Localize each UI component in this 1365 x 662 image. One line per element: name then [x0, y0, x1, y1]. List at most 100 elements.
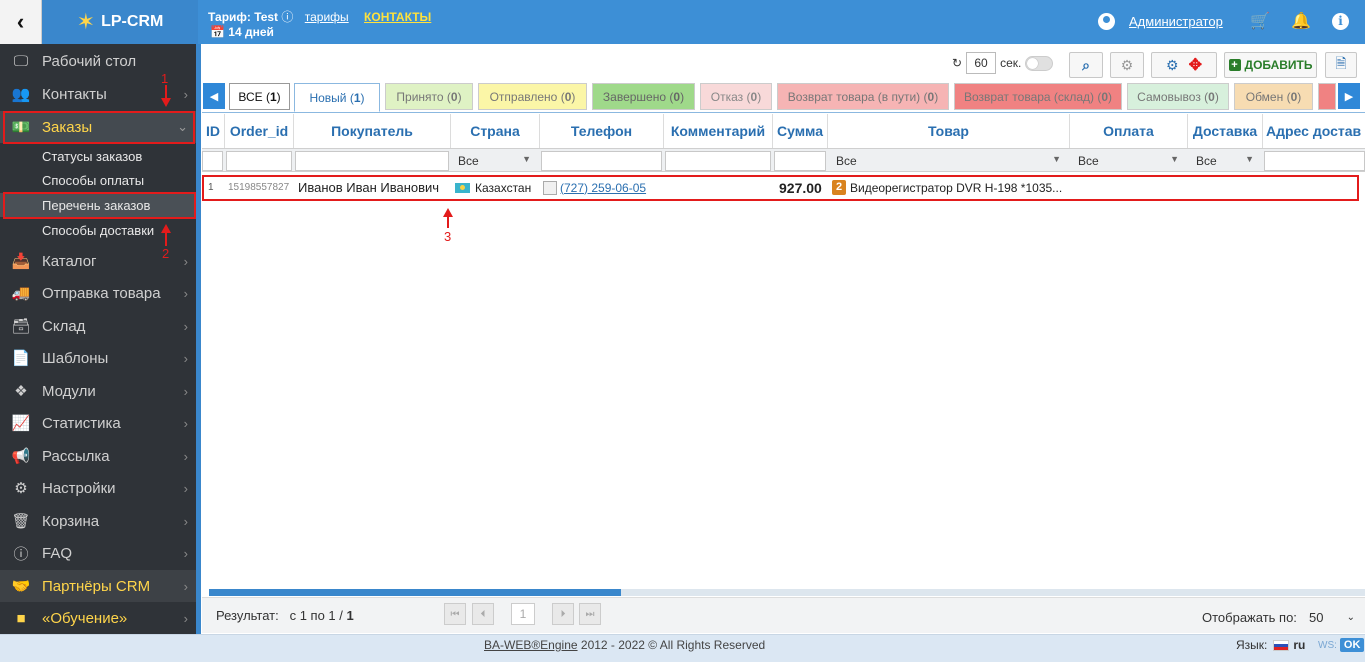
first-page-icon: ⏮ [450, 608, 460, 620]
refresh-seconds-input[interactable]: 60 [966, 52, 997, 74]
filter-payment-select[interactable]: Все ▼ [1075, 151, 1183, 171]
column-header-country[interactable]: Страна [451, 118, 539, 144]
search-button[interactable]: ⌕ [1069, 52, 1103, 78]
tab-sent[interactable]: Отправлено (0) [478, 83, 587, 110]
annotation-arrowhead-1 [161, 98, 171, 107]
next-page-icon: ⏵ [560, 608, 566, 620]
user-menu[interactable]: Администратор [1098, 13, 1223, 30]
next-page-button[interactable]: ⏵ [552, 603, 574, 625]
tab-accepted[interactable]: Принято (0) [385, 83, 473, 110]
column-separator [1262, 114, 1263, 148]
filter-country-select[interactable]: Все ▼ [455, 151, 535, 171]
tariff-info-icon[interactable]: ⓘ [281, 10, 293, 24]
sidebar-item-statistics[interactable]: 📈 Статистика › [0, 407, 196, 439]
column-header-address[interactable]: Адрес достав [1263, 118, 1365, 144]
tab-exchange[interactable]: Обмен (0) [1234, 83, 1313, 110]
collapse-sidebar-button[interactable]: ‹ [0, 0, 42, 44]
filter-sum-input[interactable] [774, 151, 826, 171]
brand-name: LP-CRM [101, 13, 164, 30]
tab-new[interactable]: Новый (1) [294, 83, 380, 112]
sidebar-item-faq[interactable]: ⓘ FAQ › [0, 537, 196, 569]
column-header-delivery[interactable]: Доставка [1188, 118, 1262, 144]
filter-order-id-input[interactable] [226, 151, 292, 171]
tab-return-warehouse[interactable]: Возврат товара (склад) (0) [954, 83, 1122, 110]
column-header-phone[interactable]: Телефон [540, 118, 663, 144]
column-header-comment[interactable]: Комментарий [664, 118, 772, 144]
auto-refresh-toggle[interactable] [1025, 55, 1054, 71]
tab-rejected[interactable]: Отказ (0) [700, 83, 772, 110]
horizontal-scrollbar-thumb[interactable] [209, 589, 621, 596]
brand-logo[interactable]: ✶ LP-CRM [42, 0, 198, 44]
cart-icon[interactable]: 🛒 [1250, 12, 1270, 32]
export-button[interactable]: 🗎 [1325, 52, 1357, 78]
sidebar-item-settings[interactable]: ⚙ Настройки › [0, 472, 196, 504]
sidebar-edge [196, 44, 201, 634]
prev-page-button[interactable]: ⏴ [472, 603, 494, 625]
sidebar-item-partners[interactable]: 🤝 Партнёры CRM › [0, 570, 196, 602]
sidebar-item-shipping[interactable]: 🚚 Отправка товара › [0, 277, 196, 309]
truck-icon: 🚚 [11, 285, 31, 302]
language-selector[interactable]: Язык: ru [1236, 638, 1305, 652]
tab-overflow[interactable] [1318, 83, 1336, 110]
engine-link[interactable]: BA-WEB®Engine [484, 638, 578, 652]
tariffs-link[interactable]: тарифы [305, 10, 349, 24]
sidebar-item-label: Рабочий стол [42, 52, 137, 70]
chevron-right-icon: › [183, 578, 188, 594]
sidebar-item-warehouse[interactable]: 🗃 Склад › [0, 310, 196, 342]
per-page-select[interactable]: 50 ⌄ [1306, 607, 1358, 627]
tabs-next-button[interactable]: ▶ [1338, 83, 1360, 109]
tab-return-transit[interactable]: Возврат товара (в пути) (0) [777, 83, 949, 110]
column-header-id[interactable]: ID [202, 118, 224, 144]
filter-comment-input[interactable] [665, 151, 771, 171]
app-window: ‹ ✶ LP-CRM Тариф: Test ⓘ тарифы КОНТАКТЫ… [0, 0, 1365, 662]
contacts-link[interactable]: КОНТАКТЫ [364, 10, 431, 24]
columns-settings-button[interactable]: ⚙ ✥ [1151, 52, 1217, 78]
page-number[interactable]: 1 [511, 603, 535, 625]
settings-button[interactable]: ⚙ [1110, 52, 1144, 78]
column-header-sum[interactable]: Сумма [773, 118, 827, 144]
info-circle-icon: ⓘ [13, 545, 29, 563]
tab-count: 0 [927, 89, 935, 104]
first-page-button[interactable]: ⏮ [444, 603, 466, 625]
last-page-button[interactable]: ⏭ [579, 603, 601, 625]
sidebar-item-trash[interactable]: 🗑 Корзина › [0, 505, 196, 537]
grid-top-border [202, 112, 1365, 113]
admin-name[interactable]: Администратор [1129, 14, 1223, 29]
column-header-product[interactable]: Товар [828, 118, 1069, 144]
tabs-prev-button[interactable]: ◀ [203, 83, 225, 109]
sidebar-item-learning[interactable]: ■ «Обучение» › [0, 602, 196, 634]
add-order-button[interactable]: + ДОБАВИТЬ [1224, 52, 1317, 78]
gear-icon: ⚙ [1120, 56, 1134, 73]
filter-address-input[interactable] [1264, 151, 1365, 171]
sidebar-item-templates[interactable]: 📄 Шаблоны › [0, 342, 196, 374]
monitor-icon: 🖵 [13, 52, 29, 70]
document-icon: 🗎 [1335, 55, 1347, 71]
info-icon[interactable]: i [1332, 13, 1349, 30]
filter-id-input[interactable] [202, 151, 223, 171]
column-header-payment[interactable]: Оплата [1070, 118, 1187, 144]
filter-select-value: Все [1196, 154, 1217, 168]
bell-icon[interactable]: 🔔 [1291, 12, 1311, 32]
filter-delivery-select[interactable]: Все ▼ [1193, 151, 1258, 171]
column-header-order-id[interactable]: Order_id [225, 118, 293, 144]
tab-completed[interactable]: Завершено (0) [592, 83, 695, 110]
tab-pickup[interactable]: Самовывоз (0) [1127, 83, 1229, 110]
tab-count: 0 [673, 89, 681, 104]
tab-label: Отказ [710, 89, 744, 104]
copyright-text: 2012 - 2022 © All Rights Reserved [580, 638, 766, 652]
chevron-right-icon: › [183, 545, 188, 561]
filter-customer-input[interactable] [295, 151, 449, 171]
tab-all[interactable]: ВСЕ (1) [229, 83, 290, 110]
sidebar-item-mailing[interactable]: 📢 Рассылка › [0, 440, 196, 472]
sidebar-subitem-order-statuses[interactable]: Статусы заказов [0, 144, 196, 168]
column-header-customer[interactable]: Покупатель [294, 118, 450, 144]
gear-icon: ⚙ [14, 480, 28, 497]
filter-product-select[interactable]: Все ▼ [833, 151, 1065, 171]
tab-label: Завершено [602, 89, 667, 104]
column-separator [827, 114, 828, 148]
refresh-icon[interactable]: ↻ [952, 56, 962, 70]
filter-phone-input[interactable] [541, 151, 662, 171]
sidebar-subitem-payment-methods[interactable]: Способы оплаты [0, 168, 196, 192]
sidebar-item-modules[interactable]: ❖ Модули › [0, 375, 196, 407]
move-arrows-icon: ✥ [1188, 57, 1202, 74]
